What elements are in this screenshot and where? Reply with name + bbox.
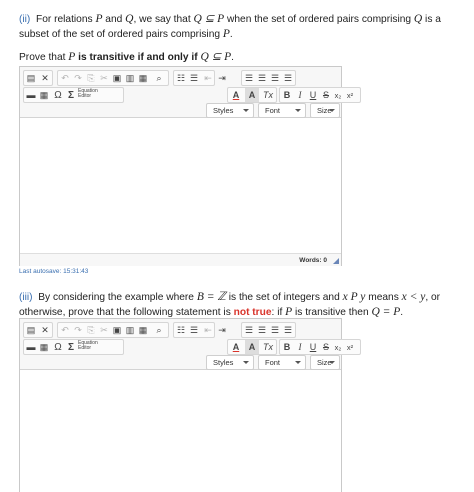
special-char-icon[interactable]: Ω — [52, 88, 64, 102]
editor-content-area[interactable] — [20, 371, 341, 492]
editor-status-bar: Words: 0 — [20, 253, 341, 266]
prove-instruction: Prove that P is transitive if and only i… — [19, 51, 235, 63]
font-dropdown[interactable]: Font — [258, 103, 306, 118]
cut-icon[interactable]: ✂ — [98, 323, 110, 337]
cut-icon[interactable]: ✂ — [98, 71, 110, 85]
indent-icon[interactable]: ⇥ — [216, 323, 228, 337]
align-center-icon[interactable]: ☰ — [256, 71, 268, 85]
chevron-down-icon — [243, 109, 249, 112]
redo-icon[interactable]: ↷ — [72, 71, 84, 85]
paste-word-icon[interactable]: ▦ — [137, 323, 149, 337]
font-color-button[interactable]: A — [229, 88, 243, 102]
size-dropdown[interactable]: Size — [310, 103, 340, 118]
bg-color-button[interactable]: A — [245, 340, 259, 354]
align-justify-icon[interactable]: ☰ — [282, 71, 294, 85]
chevron-down-icon — [295, 361, 301, 364]
paste-text-icon[interactable]: ▥ — [124, 323, 136, 337]
indent-icon[interactable]: ⇥ — [216, 71, 228, 85]
align-center-icon[interactable]: ☰ — [256, 323, 268, 337]
horizontal-rule-icon[interactable]: ▬ — [25, 340, 37, 354]
outdent-icon[interactable]: ⇤ — [203, 71, 213, 85]
editor-toolbar: ▤ ✕ ↶ ↷ ⎘ ✂ ▣ ▥ ▦ ⌕ ☷ ☰ ⇤ ⇥ ☰ ☰ ☰ ☰ ▬ ▦ … — [20, 67, 361, 118]
table-icon[interactable]: ▦ — [38, 88, 50, 102]
question-iii-text: (iii) By considering the example where B… — [19, 291, 441, 318]
outdent-icon[interactable]: ⇤ — [203, 323, 213, 337]
subscript-button[interactable]: x₂ — [332, 340, 344, 354]
numbered-list-icon[interactable]: ☷ — [175, 323, 187, 337]
equation-editor-icon[interactable]: Σ — [65, 88, 77, 102]
bulleted-list-icon[interactable]: ☰ — [188, 323, 200, 337]
answer-editor-iii: ▤ ✕ ↶ ↷ ⎘ ✂ ▣ ▥ ▦ ⌕ ☷ ☰ ⇤ ⇥ ☰ ☰ ☰ ☰ ▬ ▦ … — [19, 318, 361, 492]
copy-icon[interactable]: ⎘ — [85, 71, 97, 85]
subscript-button[interactable]: x₂ — [332, 88, 344, 102]
numbered-list-icon[interactable]: ☷ — [175, 71, 187, 85]
chevron-down-icon — [243, 361, 249, 364]
editor-toolbar: ▤ ✕ ↶ ↷ ⎘ ✂ ▣ ▥ ▦ ⌕ ☷ ☰ ⇤ ⇥ ☰ ☰ ☰ ☰ ▬ ▦ … — [20, 319, 361, 370]
styles-dropdown[interactable]: Styles — [206, 355, 254, 370]
font-color-button[interactable]: A — [229, 340, 243, 354]
source-icon[interactable]: ▤ — [25, 71, 37, 85]
find-icon[interactable]: ⌕ — [152, 71, 166, 85]
equation-editor-icon[interactable]: Σ — [65, 340, 77, 354]
paste-text-icon[interactable]: ▥ — [124, 71, 136, 85]
remove-format-button[interactable]: Tx — [261, 340, 275, 354]
paste-icon[interactable]: ▣ — [111, 71, 123, 85]
equation-editor-label[interactable]: Equation Editor — [78, 341, 98, 351]
chevron-down-icon — [295, 109, 301, 112]
horizontal-rule-icon[interactable]: ▬ — [25, 88, 37, 102]
redo-icon[interactable]: ↷ — [72, 323, 84, 337]
align-left-icon[interactable]: ☰ — [243, 71, 255, 85]
editor-content-area[interactable] — [20, 119, 341, 253]
bold-button[interactable]: B — [281, 340, 293, 354]
underline-button[interactable]: U — [307, 88, 319, 102]
answer-editor-ii: ▤ ✕ ↶ ↷ ⎘ ✂ ▣ ▥ ▦ ⌕ ☷ ☰ ⇤ ⇥ ☰ ☰ ☰ ☰ ▬ ▦ … — [19, 66, 361, 266]
table-icon[interactable]: ▦ — [38, 340, 50, 354]
align-right-icon[interactable]: ☰ — [269, 323, 281, 337]
chevron-down-icon — [329, 109, 335, 112]
superscript-button[interactable]: x² — [344, 88, 356, 102]
align-right-icon[interactable]: ☰ — [269, 71, 281, 85]
undo-icon[interactable]: ↶ — [59, 71, 71, 85]
special-char-icon[interactable]: Ω — [52, 340, 64, 354]
align-left-icon[interactable]: ☰ — [243, 323, 255, 337]
question-number: (iii) — [19, 292, 33, 303]
maximize-icon[interactable]: ✕ — [39, 71, 51, 85]
equation-editor-label[interactable]: Equation Editor — [78, 89, 98, 99]
copy-icon[interactable]: ⎘ — [85, 323, 97, 337]
strikethrough-button[interactable]: S — [320, 88, 332, 102]
underline-button[interactable]: U — [307, 340, 319, 354]
paste-word-icon[interactable]: ▦ — [137, 71, 149, 85]
undo-icon[interactable]: ↶ — [59, 323, 71, 337]
italic-button[interactable]: I — [294, 340, 306, 354]
chevron-down-icon — [329, 361, 335, 364]
resize-handle-icon[interactable] — [333, 258, 339, 264]
size-dropdown[interactable]: Size — [310, 355, 340, 370]
question-ii-text: (ii) For relations P and Q, we say that … — [19, 13, 441, 40]
bold-button[interactable]: B — [281, 88, 293, 102]
paste-icon[interactable]: ▣ — [111, 323, 123, 337]
word-count: Words: 0 — [299, 257, 327, 264]
source-icon[interactable]: ▤ — [25, 323, 37, 337]
bg-color-button[interactable]: A — [245, 88, 259, 102]
last-autosave: Last autosave: 15:31:43 — [19, 268, 89, 275]
styles-dropdown[interactable]: Styles — [206, 103, 254, 118]
align-justify-icon[interactable]: ☰ — [282, 323, 294, 337]
italic-button[interactable]: I — [294, 88, 306, 102]
question-number: (ii) — [19, 14, 31, 25]
find-icon[interactable]: ⌕ — [152, 323, 166, 337]
maximize-icon[interactable]: ✕ — [39, 323, 51, 337]
strikethrough-button[interactable]: S — [320, 340, 332, 354]
superscript-button[interactable]: x² — [344, 340, 356, 354]
font-dropdown[interactable]: Font — [258, 355, 306, 370]
remove-format-button[interactable]: Tx — [261, 88, 275, 102]
bulleted-list-icon[interactable]: ☰ — [188, 71, 200, 85]
